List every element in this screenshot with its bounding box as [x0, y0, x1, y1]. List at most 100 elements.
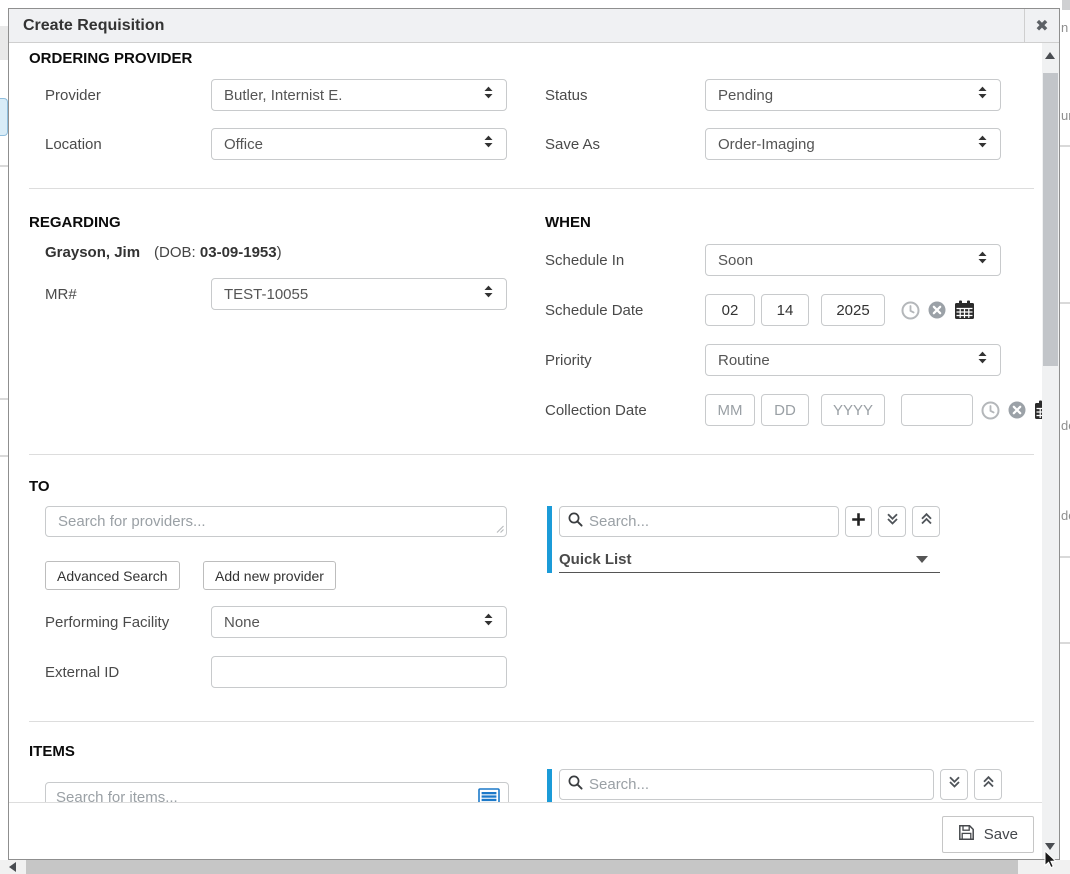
- select-arrow-icon: [975, 85, 990, 105]
- priority-label: Priority: [545, 352, 705, 369]
- mr-label: MR#: [45, 286, 211, 303]
- advanced-search-button[interactable]: Advanced Search: [45, 561, 180, 590]
- performing-facility-select[interactable]: None: [211, 606, 507, 638]
- mouse-cursor: [1044, 850, 1057, 874]
- background-page-fragment: ur: [1061, 108, 1070, 123]
- section-divider: [29, 721, 1034, 722]
- collection-date-year-input[interactable]: [821, 394, 885, 426]
- close-icon: ✖: [1035, 16, 1048, 36]
- background-page-fragment: de: [1061, 418, 1070, 433]
- item-quick-search: [559, 769, 934, 800]
- collection-date-month-input[interactable]: [705, 394, 755, 426]
- provider-select[interactable]: Butler, Internist E.: [211, 79, 507, 111]
- section-heading-items: ITEMS: [29, 743, 1038, 760]
- modal-title: Create Requisition: [9, 9, 1024, 42]
- section-heading-when: WHEN: [545, 214, 1042, 231]
- modal-scrollbar[interactable]: [1042, 43, 1059, 859]
- schedule-in-select[interactable]: Soon: [705, 244, 1001, 276]
- select-arrow-icon: [975, 250, 990, 270]
- quick-list-label: Quick List: [559, 551, 632, 568]
- double-chevron-down-icon: [948, 775, 961, 794]
- item-quick-search-input[interactable]: [589, 776, 925, 793]
- schedule-date-year-input[interactable]: [821, 294, 885, 326]
- location-label: Location: [45, 136, 211, 153]
- modal-header: Create Requisition ✖: [9, 9, 1059, 43]
- schedule-date-clear-icon[interactable]: [928, 301, 946, 319]
- provider-label: Provider: [45, 87, 211, 104]
- external-id-label: External ID: [45, 664, 211, 681]
- patient-name: Grayson, Jim: [45, 244, 140, 261]
- save-button[interactable]: Save: [942, 816, 1034, 853]
- horizontal-scrollbar-thumb[interactable]: [26, 860, 1018, 874]
- expand-all-button[interactable]: [878, 506, 906, 537]
- section-heading-regarding: REGARDING: [29, 214, 529, 231]
- save-as-select[interactable]: Order-Imaging: [705, 128, 1001, 160]
- scroll-up-arrow-icon[interactable]: [1045, 52, 1055, 59]
- select-arrow-icon: [975, 350, 990, 370]
- caret-down-icon: [916, 556, 928, 563]
- search-icon: [568, 775, 583, 795]
- quick-list-group[interactable]: Quick List: [559, 546, 940, 573]
- background-page-fragment: [0, 165, 8, 167]
- section-divider: [29, 188, 1034, 189]
- priority-select[interactable]: Routine: [705, 344, 1001, 376]
- resize-grip-icon[interactable]: [495, 520, 504, 538]
- select-arrow-icon: [481, 85, 496, 105]
- scrollbar-thumb[interactable]: [1043, 73, 1058, 366]
- create-requisition-modal: Create Requisition ✖ ORDERING PROVIDER P…: [8, 8, 1060, 860]
- select-arrow-icon: [481, 284, 496, 304]
- item-search-input[interactable]: [45, 782, 509, 802]
- search-icon: [568, 512, 583, 532]
- patient-dob: (DOB: 03-09-1953): [154, 244, 282, 261]
- schedule-date-day-input[interactable]: [761, 294, 809, 326]
- collection-date-calendar-icon[interactable]: [1034, 400, 1042, 420]
- expand-all-button[interactable]: [940, 769, 968, 800]
- background-page-fragment: [1060, 302, 1070, 304]
- collapse-all-button[interactable]: [912, 506, 940, 537]
- section-divider: [29, 454, 1034, 455]
- save-as-label: Save As: [545, 136, 705, 153]
- collection-date-label: Collection Date: [545, 402, 705, 419]
- modal-footer: Save: [9, 802, 1042, 859]
- save-label: Save: [984, 826, 1018, 843]
- mr-select[interactable]: TEST-10055: [211, 278, 507, 310]
- background-page-fragment: [0, 398, 8, 400]
- collection-date-clear-icon[interactable]: [1008, 401, 1026, 419]
- schedule-date-clock-icon[interactable]: [901, 301, 920, 320]
- provider-quick-search: [559, 506, 839, 537]
- background-page-fragment: [1060, 145, 1070, 147]
- collection-date-day-input[interactable]: [761, 394, 809, 426]
- section-heading-to: TO: [29, 478, 1038, 495]
- scroll-down-arrow-icon[interactable]: [1045, 843, 1055, 850]
- double-chevron-up-icon: [982, 775, 995, 794]
- background-page-fragment: [0, 455, 8, 457]
- schedule-date-month-input[interactable]: [705, 294, 755, 326]
- item-list-icon[interactable]: [478, 788, 500, 802]
- page-horizontal-scrollbar[interactable]: [0, 860, 1070, 874]
- schedule-date-calendar-icon[interactable]: [954, 300, 975, 320]
- schedule-date-label: Schedule Date: [545, 302, 705, 319]
- status-label: Status: [545, 87, 705, 104]
- provider-search-textarea[interactable]: [45, 506, 507, 537]
- external-id-input[interactable]: [211, 656, 507, 688]
- plus-icon: [851, 512, 866, 532]
- status-select[interactable]: Pending: [705, 79, 1001, 111]
- double-chevron-up-icon: [920, 512, 933, 531]
- background-page-fragment: n: [1061, 20, 1070, 35]
- background-page-fragment: [0, 98, 8, 136]
- add-new-provider-button[interactable]: Add new provider: [203, 561, 336, 590]
- schedule-in-label: Schedule In: [545, 252, 705, 269]
- scroll-left-arrow-icon[interactable]: [9, 862, 16, 872]
- collection-date-clock-icon[interactable]: [981, 401, 1000, 420]
- modal-scroll-content: ORDERING PROVIDER Provider Butler, Inter…: [9, 43, 1042, 802]
- close-button[interactable]: ✖: [1024, 9, 1059, 42]
- add-provider-quick-button[interactable]: [845, 506, 872, 537]
- location-select[interactable]: Office: [211, 128, 507, 160]
- provider-quick-search-input[interactable]: [589, 513, 830, 530]
- collapse-all-button[interactable]: [974, 769, 1002, 800]
- performing-facility-label: Performing Facility: [45, 614, 211, 631]
- item-quick-panel: [547, 769, 1038, 802]
- background-page-fragment: do: [1061, 508, 1070, 523]
- section-heading-ordering-provider: ORDERING PROVIDER: [29, 50, 1038, 67]
- collection-date-time-input[interactable]: [901, 394, 973, 426]
